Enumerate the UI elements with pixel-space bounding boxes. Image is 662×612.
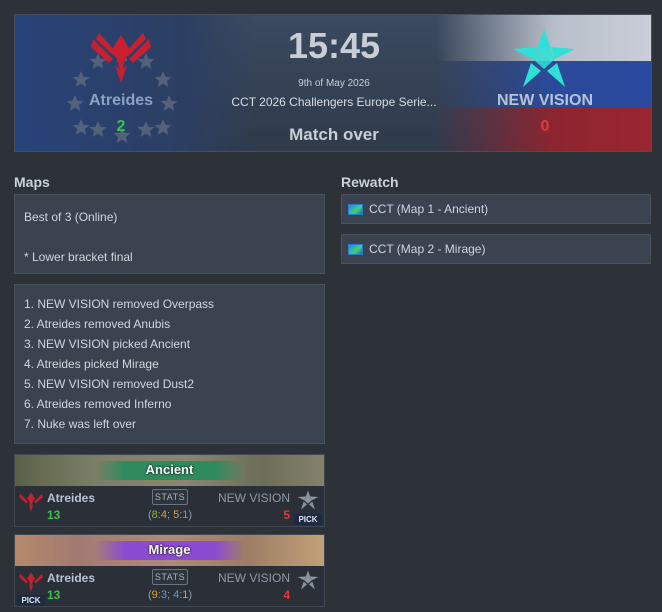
match-time: 15:45 bbox=[287, 25, 381, 66]
veto-item: 5. NEW VISION removed Dust2 bbox=[24, 377, 195, 391]
rewatch-section-title: Rewatch bbox=[341, 174, 399, 190]
pick-badge: PICK bbox=[17, 595, 45, 606]
veto-item: 4. Atreides picked Mirage bbox=[24, 357, 159, 371]
match-note: * Lower bracket final bbox=[24, 250, 133, 264]
veto-item: 1. NEW VISION removed Overpass bbox=[24, 297, 215, 311]
map-name: Ancient bbox=[145, 462, 194, 477]
rewatch-label: CCT (Map 2 - Mirage) bbox=[369, 242, 486, 256]
rewatch-label: CCT (Map 1 - Ancient) bbox=[369, 202, 489, 216]
new-vision-logo-icon bbox=[513, 29, 575, 87]
match-header: Atreides 2 15:45 9th of May 2026 CCT 202… bbox=[14, 14, 652, 152]
map-left-score: 13 bbox=[47, 508, 61, 522]
map-left-score: 13 bbox=[47, 588, 61, 602]
atreides-logo-icon bbox=[19, 572, 43, 592]
match-date: 9th of May 2026 bbox=[298, 78, 370, 89]
event-link[interactable]: CCT 2026 Challengers Europe Serie... bbox=[213, 95, 455, 109]
map-right-score: 4 bbox=[283, 588, 290, 602]
match-status: Match over bbox=[289, 125, 379, 144]
rewatch-link-map2[interactable]: CCT (Map 2 - Mirage) bbox=[341, 234, 651, 264]
veto-item: 7. Nuke was left over bbox=[24, 417, 137, 431]
maps-section-title: Maps bbox=[14, 174, 50, 190]
map-name: Mirage bbox=[148, 542, 191, 557]
atreides-logo-icon bbox=[91, 33, 151, 83]
atreides-logo-icon bbox=[19, 492, 43, 512]
map-banner: Ancient bbox=[15, 455, 324, 486]
stats-button[interactable]: STATS bbox=[152, 489, 188, 505]
veto-item: 6. Atreides removed Inferno bbox=[24, 397, 172, 411]
stream-icon bbox=[348, 243, 363, 255]
stats-button[interactable]: STATS bbox=[152, 569, 188, 585]
veto-item: 2. Atreides removed Anubis bbox=[24, 317, 171, 331]
map-veto-box: 1. NEW VISION removed Overpass 2. Atreid… bbox=[14, 284, 325, 444]
map-result-ancient[interactable]: Ancient Atreides 13 STATS (8:4; 5:1) NEW… bbox=[14, 454, 325, 527]
map-result-mirage[interactable]: Mirage PICK Atreides 13 STATS (9:3; 4:1)… bbox=[14, 534, 325, 607]
team-right-score: 0 bbox=[540, 118, 550, 135]
veto-item: 3. NEW VISION picked Ancient bbox=[24, 337, 191, 351]
map-right-team: NEW VISION bbox=[217, 571, 290, 585]
rewatch-link-map1[interactable]: CCT (Map 1 - Ancient) bbox=[341, 194, 651, 224]
map-left-team: Atreides bbox=[47, 571, 96, 585]
map-banner: Mirage bbox=[15, 535, 324, 566]
map-right-team: NEW VISION bbox=[217, 491, 290, 505]
match-format: Best of 3 (Online) bbox=[24, 210, 118, 224]
team-left-name[interactable]: Atreides bbox=[71, 92, 171, 110]
stream-icon bbox=[348, 203, 363, 215]
team-right-name[interactable]: NEW VISION bbox=[485, 92, 605, 110]
team-left-score: 2 bbox=[116, 118, 126, 135]
half-scores: (8:4; 5:1) bbox=[147, 509, 193, 521]
map-left-team: Atreides bbox=[47, 491, 96, 505]
new-vision-logo-icon bbox=[297, 490, 319, 510]
match-format-box: Best of 3 (Online) * Lower bracket final bbox=[14, 194, 325, 274]
new-vision-logo-icon bbox=[297, 570, 319, 590]
half-scores: (9:3; 4:1) bbox=[147, 589, 193, 601]
map-right-score: 5 bbox=[283, 508, 290, 522]
pick-badge: PICK bbox=[294, 514, 322, 525]
